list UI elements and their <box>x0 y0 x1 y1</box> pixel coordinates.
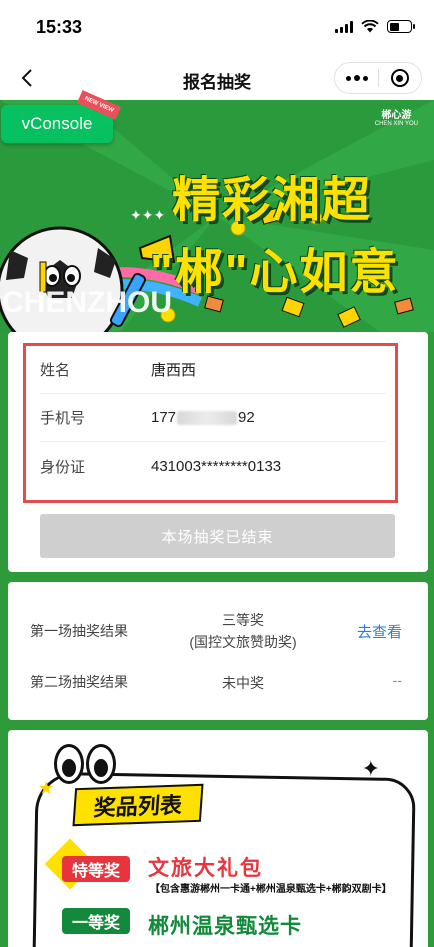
banner-logo-sub: CHEN XIN YOU <box>374 121 418 127</box>
signal-icon <box>335 20 353 33</box>
prize-name-special: 文旅大礼包 <box>148 857 263 880</box>
second-draw-value: 未中奖 <box>222 675 264 691</box>
id-label: 身份证 <box>40 458 86 476</box>
status-icons <box>335 20 415 33</box>
status-bar: 15:33 <box>0 0 434 56</box>
mini-program-capsule <box>334 62 422 94</box>
draw-ended-button[interactable]: 本场抽奖已结束 <box>40 514 395 558</box>
more-icon[interactable] <box>335 63 378 93</box>
banner-logo-text: 郴心游 <box>381 110 412 121</box>
first-draw-label: 第一场抽奖结果 <box>30 623 128 639</box>
result-row-first: 第一场抽奖结果 三等奖 (国控文旅赞助奖) 去查看 <box>8 609 428 653</box>
tier-badge-first: 一等奖 <box>62 908 131 934</box>
phone-prefix: 177 <box>151 409 177 426</box>
banner-title-line1: 精彩湘超 <box>172 174 373 227</box>
sparkle-icon: ✦ <box>361 756 380 781</box>
svg-text:✦✦✦: ✦✦✦ <box>130 207 165 223</box>
nav-bar: 报名抽奖 <box>0 56 434 100</box>
status-time: 15:33 <box>36 17 83 37</box>
result-row-second: 第二场抽奖结果 未中奖 -- <box>8 672 428 694</box>
banner-title-line2: "郴"心如意 <box>150 246 400 299</box>
close-mini-program-icon[interactable] <box>379 63 421 93</box>
phone-redaction <box>177 411 238 426</box>
phone-value: 177 92 <box>151 409 255 426</box>
first-draw-prize: 三等奖 <box>222 612 264 628</box>
star-icon: ★ <box>38 778 55 798</box>
second-draw-action: -- <box>392 672 402 688</box>
id-value: 431003********0133 <box>151 457 282 475</box>
phone-suffix: 92 <box>238 409 255 426</box>
second-draw-label: 第二场抽奖结果 <box>30 674 128 690</box>
phone-label: 手机号 <box>40 410 86 427</box>
first-draw-sponsor: (国控文旅赞助奖) <box>189 634 297 650</box>
draw-results-card: 第一场抽奖结果 三等奖 (国控文旅赞助奖) 去查看 第二场抽奖结果 未中奖 -- <box>8 582 428 720</box>
info-row-phone: 手机号 177 92 <box>40 394 386 442</box>
name-value: 唐西西 <box>151 362 197 379</box>
registration-info-card: 姓名 唐西西 手机号 177 92 身份证 431003********0133 … <box>8 332 428 572</box>
wifi-icon <box>361 20 379 33</box>
prize-name-first: 郴州温泉甄选卡 <box>148 915 302 938</box>
battery-icon <box>387 20 415 33</box>
prize-desc-special: 【包含惠游郴州一卡通+郴州温泉甄选卡+郴韵双剧卡】 <box>150 884 392 895</box>
info-row-name: 姓名 唐西西 <box>40 346 386 394</box>
info-highlight-box: 姓名 唐西西 手机号 177 92 身份证 431003********0133 <box>23 343 398 503</box>
banner-logo: 郴心游 CHEN XIN YOU <box>375 106 418 127</box>
cartoon-eyes <box>54 744 116 784</box>
name-label: 姓名 <box>40 362 71 379</box>
banner-city-text: CHENZHOU <box>2 286 172 319</box>
prize-list-card: ★ ✦ 奖品列表 特等奖 文旅大礼包 【包含惠游郴州一卡通+郴州温泉甄选卡+郴韵… <box>8 730 428 947</box>
tier-badge-special: 特等奖 <box>62 856 131 882</box>
info-row-id: 身份证 431003********0133 <box>40 442 386 490</box>
prize-list-title: 奖品列表 <box>72 783 204 827</box>
view-result-link[interactable]: 去查看 <box>357 621 402 642</box>
first-draw-value: 三等奖 (国控文旅赞助奖) <box>158 609 328 653</box>
